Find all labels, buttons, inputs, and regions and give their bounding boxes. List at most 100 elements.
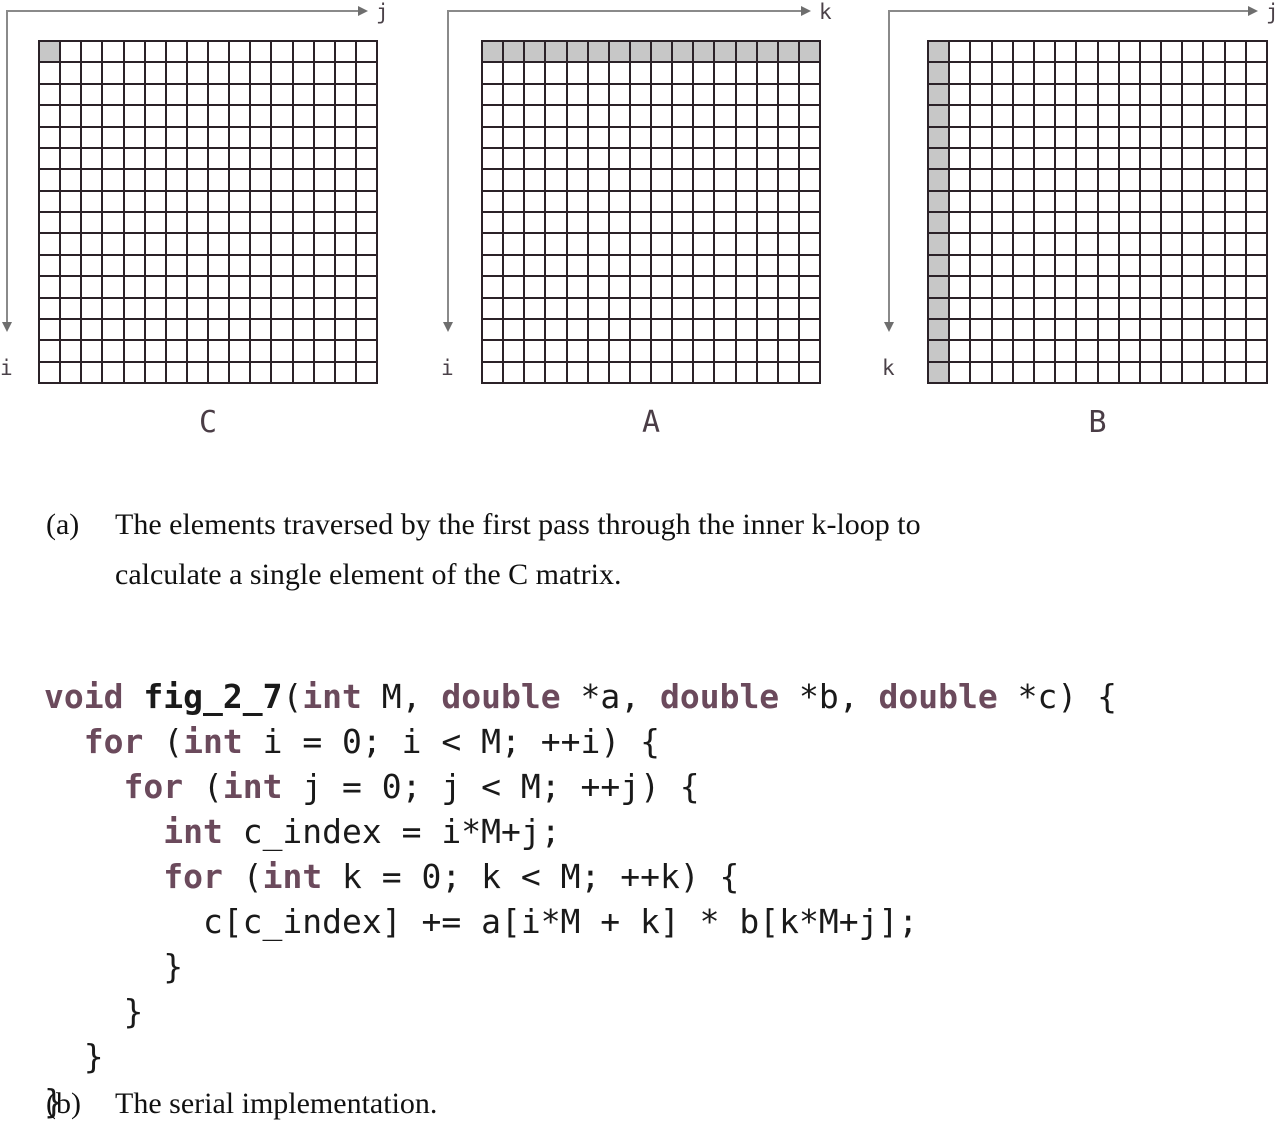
matrix-cell [61, 106, 81, 126]
matrix-cell [588, 255, 608, 276]
matrix-cell [992, 148, 1012, 169]
code-text: c[c_index] += a[i*M + k] * b[k*M+j]; [44, 902, 919, 941]
matrix-cell [251, 341, 271, 361]
matrix-cell [356, 234, 376, 254]
matrix-cell [567, 127, 587, 147]
matrix-cell [166, 127, 186, 147]
matrix-cell [356, 341, 376, 361]
matrix-cell [630, 127, 650, 147]
col-axis-line-a [447, 10, 801, 12]
code-text: M, [361, 677, 442, 716]
matrix-cell [187, 341, 207, 361]
matrix-cell [314, 277, 334, 297]
matrix-cell [778, 191, 798, 211]
matrix-cell-highlighted [929, 255, 949, 276]
matrix-cell [609, 213, 629, 233]
matrix-cell [82, 213, 102, 233]
matrix-cell [567, 148, 587, 169]
code-line: } [44, 989, 1117, 1034]
matrix-cell [145, 127, 165, 147]
matrix-cell [1013, 170, 1033, 190]
matrix-cell [1225, 63, 1245, 83]
matrix-cell [1140, 298, 1161, 318]
code-line: int c_index = i*M+j; [44, 809, 1117, 854]
matrix-cell [1140, 341, 1161, 361]
matrix-cell [950, 106, 970, 126]
code-keyword: int [262, 857, 323, 896]
matrix-cell [1119, 298, 1139, 318]
code-line: } [44, 1034, 1117, 1079]
matrix-cell [209, 277, 229, 297]
matrix-cell [567, 255, 587, 276]
matrix-cell [799, 255, 819, 276]
matrix-cell [1056, 63, 1076, 83]
matrix-cell [314, 319, 334, 340]
matrix-cell [950, 213, 970, 233]
matrix-cell [124, 127, 144, 147]
matrix-cell [757, 191, 777, 211]
matrix-cell [61, 234, 81, 254]
matrix-cell [694, 63, 714, 83]
matrix-cell [799, 213, 819, 233]
matrix-cell [61, 127, 81, 147]
matrix-cell [251, 84, 271, 105]
matrix-cell [314, 148, 334, 169]
matrix-cell [145, 319, 165, 340]
matrix-cell [694, 84, 714, 105]
matrix-cell [630, 255, 650, 276]
matrix-cell [82, 106, 102, 126]
matrix-cell [124, 63, 144, 83]
matrix-cell [694, 234, 714, 254]
matrix-cell [230, 298, 250, 318]
matrix-cell [293, 319, 313, 340]
matrix-cell [145, 277, 165, 297]
matrix-cell [187, 362, 207, 382]
matrix-cell-highlighted [778, 42, 798, 62]
matrix-cell [209, 298, 229, 318]
matrix-cell [609, 148, 629, 169]
matrix-cell [778, 298, 798, 318]
matrix-cell [272, 255, 292, 276]
matrix-cell [187, 42, 207, 62]
matrix-cell [567, 213, 587, 233]
matrix-cell [40, 277, 60, 297]
matrix-cell [1183, 148, 1203, 169]
matrix-cell [103, 148, 123, 169]
matrix-cell [230, 362, 250, 382]
matrix-cell-highlighted [929, 277, 949, 297]
matrix-cell [209, 42, 229, 62]
matrix-cell [588, 234, 608, 254]
matrix-cell [314, 234, 334, 254]
matrix-cell [799, 319, 819, 340]
matrix-cell [1162, 298, 1182, 318]
code-line: void fig_2_7(int M, double *a, double *b… [44, 674, 1117, 719]
matrix-cell [778, 362, 798, 382]
matrix-cell [1140, 362, 1161, 382]
matrix-cell [950, 63, 970, 83]
matrix-cell [1246, 170, 1266, 190]
matrix-cell [525, 84, 545, 105]
matrix-cell [1077, 106, 1097, 126]
matrix-cell [1098, 106, 1118, 126]
matrix-cell [567, 341, 587, 361]
matrix-cell [335, 170, 355, 190]
row-axis-line-c [6, 10, 8, 322]
matrix-grid-c [38, 40, 378, 384]
caption-a-body: The elements traversed by the first pass… [115, 500, 1278, 599]
matrix-cell [736, 63, 756, 83]
matrix-cell [1162, 319, 1182, 340]
matrix-cell [1140, 213, 1161, 233]
matrix-cell [673, 277, 693, 297]
matrix-cell [950, 127, 970, 147]
matrix-cell [630, 170, 650, 190]
matrix-cell [609, 191, 629, 211]
matrix-cell [124, 42, 144, 62]
matrix-cell [736, 127, 756, 147]
matrix-cell [251, 298, 271, 318]
matrix-grid-b [927, 40, 1268, 384]
matrix-cell [103, 298, 123, 318]
matrix-cell [145, 191, 165, 211]
matrix-cell [1056, 148, 1076, 169]
matrix-cell [950, 255, 970, 276]
matrix-cell [187, 148, 207, 169]
